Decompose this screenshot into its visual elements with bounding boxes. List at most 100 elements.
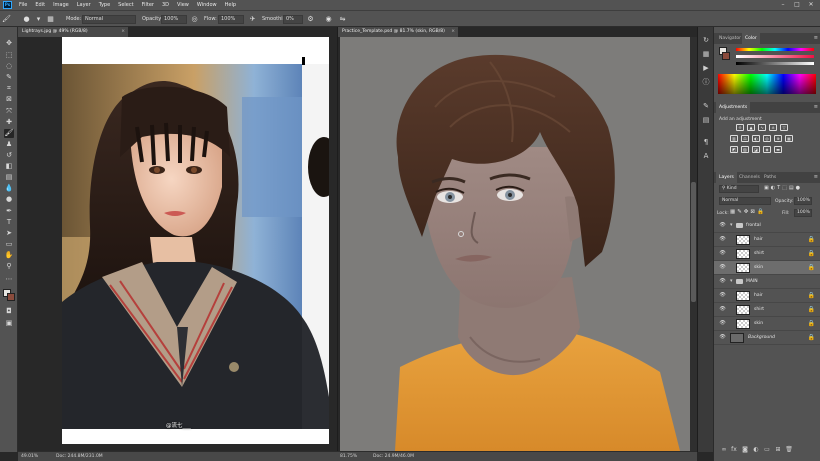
pressure-opacity-icon[interactable]: ◎ [190, 15, 199, 24]
layer-row-background[interactable]: 👁 Background 🔒 [714, 331, 820, 345]
more-tools-icon[interactable]: ⋯ [4, 275, 14, 284]
levels-adj-icon[interactable]: ▲ [747, 124, 755, 131]
layer-filter-kind[interactable]: ⚲ Kind [719, 185, 759, 193]
exposure-adj-icon[interactable]: ± [769, 124, 777, 131]
layer-row[interactable]: 👁 shirt 🔒 [714, 303, 820, 317]
character-icon[interactable]: A [701, 151, 711, 161]
gradient-tool-icon[interactable]: ▤ [4, 173, 14, 182]
pen-tool-icon[interactable]: ✒ [4, 207, 14, 216]
marquee-tool-icon[interactable]: ⬚ [4, 51, 14, 60]
adjustment-layer-icon[interactable]: ◐ [752, 446, 760, 454]
layer-comps-icon[interactable]: ▦ [701, 49, 711, 59]
photo-filter-adj-icon[interactable]: ◎ [763, 135, 771, 142]
healing-tool-icon[interactable]: ✚ [4, 118, 14, 127]
dodge-tool-icon[interactable]: ● [4, 195, 14, 204]
color-spectrum[interactable] [718, 74, 816, 94]
vibrance-adj-icon[interactable]: ▽ [780, 124, 788, 131]
layer-row[interactable]: 👁 hair 🔒 [714, 289, 820, 303]
layer-row[interactable]: 👁 skin 🔒 [714, 317, 820, 331]
close-tab-icon[interactable]: × [451, 27, 455, 37]
gear-icon[interactable]: ⚙ [306, 15, 315, 24]
color-lookup-adj-icon[interactable]: ▦ [785, 135, 793, 142]
menu-filter[interactable]: Filter [138, 0, 158, 10]
eye-icon[interactable]: 👁 [719, 335, 726, 340]
zoom-tool-icon[interactable]: ⚲ [4, 262, 14, 271]
opacity-input[interactable]: 100% [161, 15, 187, 24]
color-balance-adj-icon[interactable]: ⚖ [741, 135, 749, 142]
symmetry-icon[interactable]: ⇋ [338, 15, 347, 24]
eye-icon[interactable]: 👁 [719, 237, 726, 242]
brush-size-icon[interactable]: ● [22, 15, 31, 24]
menu-help[interactable]: Help [221, 0, 240, 10]
close-tab-icon[interactable]: × [121, 27, 125, 37]
saturation-slider[interactable] [736, 55, 814, 58]
menu-type[interactable]: Type [95, 0, 114, 10]
fill-input[interactable]: 100% [794, 209, 812, 217]
lasso-tool-icon[interactable]: ◌ [4, 62, 14, 71]
brush-settings-icon[interactable]: ▦ [46, 15, 55, 24]
layer-group-row[interactable]: 👁 ▾ frontal [714, 219, 820, 233]
panel-menu-icon[interactable]: ≡ [814, 33, 818, 44]
layer-row[interactable]: 👁 shirt 🔒 [714, 247, 820, 261]
path-select-icon[interactable]: ➤ [4, 229, 14, 238]
tab-reference[interactable]: Lightrays.jpg @ 49% (RGB/8) × [18, 27, 128, 37]
tab-painting[interactable]: Practice_Template.psd @ 81.7% (skin, RGB… [338, 27, 458, 37]
link-layers-icon[interactable]: ∞ [720, 446, 728, 454]
menu-image[interactable]: Image [49, 0, 73, 10]
layer-opacity-input[interactable]: 100% [794, 197, 812, 205]
rectangle-tool-icon[interactable]: ▭ [4, 240, 14, 249]
vertical-scrollbar[interactable] [690, 37, 697, 451]
menu-layer[interactable]: Layer [73, 0, 95, 10]
layer-mask-icon[interactable]: ◙ [741, 446, 749, 454]
eye-icon[interactable]: 👁 [719, 321, 726, 326]
tab-navigator[interactable]: Navigator [716, 33, 744, 44]
type-tool-icon[interactable]: T [4, 218, 14, 227]
play-actions-icon[interactable]: ▶ [701, 63, 711, 73]
hue-slider[interactable] [736, 48, 814, 51]
new-layer-icon[interactable]: ⊞ [774, 446, 782, 454]
layer-filter-icons[interactable]: ▣◐T⬚▤● [764, 185, 802, 191]
posterize-adj-icon[interactable]: ▨ [741, 146, 749, 153]
zoom-level[interactable]: 49.01% [21, 454, 38, 459]
move-tool-icon[interactable]: ✥ [4, 39, 14, 48]
menu-view[interactable]: View [173, 0, 193, 10]
painting-canvas[interactable] [340, 37, 690, 451]
hand-tool-icon[interactable]: ✋ [4, 251, 14, 260]
trash-icon[interactable]: 🗑 [785, 446, 793, 454]
eyedropper-tool-icon[interactable]: ⤧ [4, 107, 14, 116]
menu-edit[interactable]: Edit [31, 0, 49, 10]
eye-icon[interactable]: 👁 [719, 279, 726, 284]
eye-icon[interactable]: 👁 [719, 251, 726, 256]
blur-tool-icon[interactable]: 💧 [4, 184, 14, 193]
close-icon[interactable]: ✕ [804, 0, 818, 10]
swatches-icon[interactable]: ▤ [701, 115, 711, 125]
eye-icon[interactable]: 👁 [719, 223, 726, 228]
brush-tool-icon[interactable]: 🖌 [4, 129, 14, 138]
tab-paths[interactable]: Paths [761, 172, 779, 183]
history-icon[interactable]: ↻ [701, 35, 711, 45]
quick-mask-icon[interactable]: ◘ [4, 307, 14, 316]
gradient-map-adj-icon[interactable]: ▬ [774, 146, 782, 153]
panel-menu-icon[interactable]: ≡ [814, 172, 818, 183]
mode-select[interactable]: Normal [82, 15, 136, 24]
tab-channels[interactable]: Channels [736, 172, 763, 183]
menu-3d[interactable]: 3D [158, 0, 173, 10]
brightness-adj-icon[interactable]: ☼ [736, 124, 744, 131]
threshold-adj-icon[interactable]: ◪ [752, 146, 760, 153]
brush-tool-preset-icon[interactable]: 🖌 [2, 15, 11, 24]
flow-input[interactable]: 100% [218, 15, 244, 24]
smoothing-input[interactable]: 0% [283, 15, 303, 24]
fx-icon[interactable]: fx [730, 446, 738, 454]
scrollbar-thumb[interactable] [691, 182, 696, 302]
lock-icons[interactable]: ▦✎✥⊠🔒 [730, 209, 766, 215]
airbrush-icon[interactable]: ✈ [248, 15, 257, 24]
bg-color-swatch[interactable] [722, 52, 730, 60]
brightness-slider[interactable] [736, 62, 814, 65]
eye-icon[interactable]: 👁 [719, 265, 726, 270]
brush-panel-icon[interactable]: ✎ [701, 101, 711, 111]
menu-window[interactable]: Window [193, 0, 221, 10]
screen-mode-icon[interactable]: ▣ [4, 319, 14, 328]
crop-tool-icon[interactable]: ⌗ [4, 84, 14, 93]
selective-color-adj-icon[interactable]: ◈ [763, 146, 771, 153]
tab-adjustments[interactable]: Adjustments [716, 102, 751, 113]
